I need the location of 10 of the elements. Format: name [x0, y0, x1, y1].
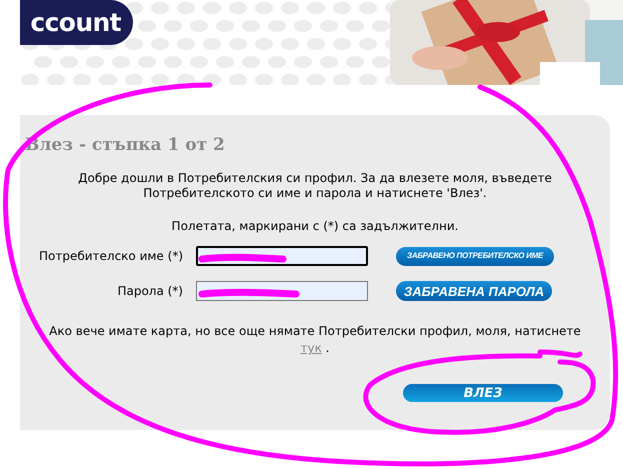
- intro-text: Добре дошли в Потребителския си профил. За да влезете моля, въведете Потребителското си име и парола и натиснете 'Влез'.: [77, 171, 553, 202]
- required-note: Полетата, маркирани с (*) са задължителни.: [170, 219, 460, 234]
- logo: ccount: [20, 0, 133, 45]
- forgot-button[interactable]: ЗАБРАВЕНО ПОТРЕБИТЕЛСКО ИМЕ: [396, 246, 554, 266]
- register-link[interactable]: тук: [300, 341, 322, 356]
- register-text: Ако вече имате карта, но все още нямате Потребителски профил, моля, натиснете тук .: [48, 323, 582, 358]
- field-label: Потребителско име (*): [38, 248, 183, 266]
- login-button[interactable]: ВЛЕЗ: [403, 384, 563, 402]
- forgot-button[interactable]: ЗАБРАВЕНА ПАРОЛА: [396, 281, 552, 302]
- field-label: Парола (*): [116, 283, 183, 300]
